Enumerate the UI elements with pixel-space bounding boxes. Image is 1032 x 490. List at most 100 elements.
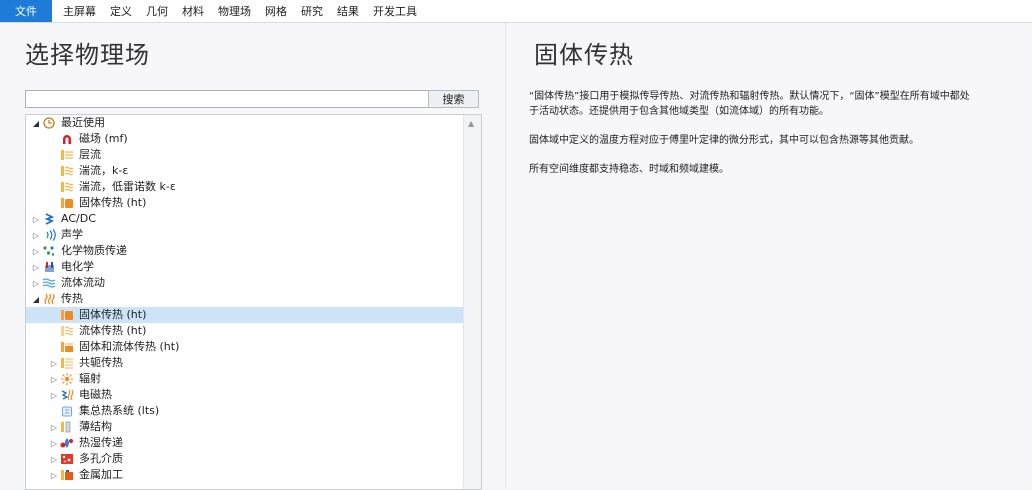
description-paragraph: “固体传热”接口用于模拟传导传热、对流传热和辐射传热。默认情况下，“固体”模型在… [529, 91, 970, 117]
search-button[interactable]: 搜索 [428, 90, 479, 108]
acdc-icon [42, 213, 56, 225]
heat-fluid-icon [60, 325, 74, 337]
tree-item-label: 湍流，k-ε [79, 164, 129, 177]
menu-item-5[interactable]: 物理场 [211, 0, 258, 22]
physics-title: 固体传热 [534, 41, 634, 69]
tree-item[interactable]: ◢ 最近使用 [26, 115, 464, 131]
tree-item[interactable]: ▷ 流体流动 [26, 275, 464, 291]
expanded-arrow-icon[interactable]: ◢ [30, 295, 42, 304]
collapsed-arrow-icon[interactable]: ▷ [30, 247, 42, 256]
description-paragraph: 固体域中定义的温度方程对应于傅里叶定律的微分形式，其中可以包含热源等其他贡献。 [529, 135, 919, 146]
menubar: 文件 主屏幕 定义 几何 材料 物理场 网格 研究 结果 开发工具 [0, 0, 1032, 23]
tree-item-label: 最近使用 [61, 116, 105, 129]
collapsed-arrow-icon[interactable]: ▷ [48, 455, 60, 464]
electrochemistry-icon [42, 261, 56, 273]
tree-item-label: 固体和流体传热 (ht) [79, 340, 180, 353]
tree-item[interactable]: ▷ 热湿传递 [26, 435, 464, 451]
tree-item[interactable]: 磁场 (mf) [26, 131, 464, 147]
tree-item[interactable]: ▷ 共轭传热 [26, 355, 464, 371]
page-title: 选择物理场 [25, 41, 150, 69]
menu-item-1[interactable]: 主屏幕 [56, 0, 103, 22]
tree-item[interactable]: 层流 [26, 147, 464, 163]
tree-item[interactable]: 流体传热 (ht) [26, 323, 464, 339]
menu-item-9[interactable]: 开发工具 [366, 0, 424, 22]
tree-item[interactable]: ▷ 薄结构 [26, 419, 464, 435]
turbulent-flow-icon [60, 181, 74, 193]
physics-tree[interactable]: ◢ 最近使用磁场 (mf) 层流湍流，k-ε 湍流，低雷诺数 k-ε 固体传热 (ht)… [25, 114, 482, 490]
tree-item-label: 电化学 [61, 260, 94, 273]
laminar-flow-icon [60, 149, 74, 161]
tree-item[interactable]: ▷ AC/DC [26, 211, 464, 227]
collapsed-arrow-icon[interactable]: ▷ [48, 423, 60, 432]
tree-item-label: 热湿传递 [79, 436, 123, 449]
tree-item[interactable]: ▷ 多孔介质 [26, 451, 464, 467]
tree-item-label: 磁场 (mf) [79, 132, 128, 145]
expanded-arrow-icon[interactable]: ◢ [30, 119, 42, 128]
physics-description: “固体传热”接口用于模拟传导传热、对流传热和辐射传热。默认情况下，“固体”模型在… [529, 89, 979, 191]
tree-item[interactable]: 固体传热 (ht) [26, 307, 464, 323]
menu-item-0[interactable]: 文件 [0, 0, 52, 22]
lumped-thermal-icon [60, 405, 74, 417]
tree-item-label: 层流 [79, 148, 101, 161]
tree-item[interactable]: ▷ 电化学 [26, 259, 464, 275]
menu-item-8[interactable]: 结果 [330, 0, 366, 22]
menu-item-2[interactable]: 定义 [103, 0, 139, 22]
porous-media-icon [60, 453, 74, 465]
collapsed-arrow-icon[interactable]: ▷ [48, 471, 60, 480]
collapsed-arrow-icon[interactable]: ▷ [30, 263, 42, 272]
tree-item[interactable]: ▷ 电磁热 [26, 387, 464, 403]
tree-item-label: 传热 [61, 292, 83, 305]
metal-processing-icon [60, 469, 74, 481]
menu-item-7[interactable]: 研究 [294, 0, 330, 22]
tree-item[interactable]: ▷ 声学 [26, 227, 464, 243]
right-panel: 固体传热 “固体传热”接口用于模拟传导传热、对流传热和辐射传热。默认情况下，“固… [506, 23, 1032, 488]
heat-solid-icon [60, 309, 74, 321]
collapsed-arrow-icon[interactable]: ▷ [48, 439, 60, 448]
tree-item-label: 集总热系统 (lts) [79, 404, 160, 417]
tree-item[interactable]: ◢ 传热 [26, 291, 464, 307]
tree-item[interactable]: ▷ 金属加工 [26, 467, 464, 483]
tree-item[interactable]: ▷ 辐射 [26, 371, 464, 387]
tree-item-label: 湍流，低雷诺数 k-ε [79, 180, 176, 193]
heat-transfer-icon [42, 293, 56, 305]
tree-item-label: 辐射 [79, 372, 101, 385]
collapsed-arrow-icon[interactable]: ▷ [48, 359, 60, 368]
chemical-transport-icon [42, 245, 56, 257]
search-input[interactable] [25, 90, 431, 108]
tree-item[interactable]: 固体和流体传热 (ht) [26, 339, 464, 355]
menu-item-4[interactable]: 材料 [175, 0, 211, 22]
tree-item-label: 流体流动 [61, 276, 105, 289]
tree-item[interactable]: 湍流，k-ε [26, 163, 464, 179]
collapsed-arrow-icon[interactable]: ▷ [48, 375, 60, 384]
tree-item-label: 流体传热 (ht) [79, 324, 147, 337]
tree-item-label: 金属加工 [79, 468, 123, 481]
collapsed-arrow-icon[interactable]: ▷ [30, 215, 42, 224]
vertical-scrollbar[interactable]: ▲ [463, 115, 481, 489]
tree-item-label: 薄结构 [79, 420, 112, 433]
description-paragraph: 所有空间维度都支持稳态、时域和频域建模。 [529, 164, 729, 175]
collapsed-arrow-icon[interactable]: ▷ [30, 231, 42, 240]
recent-clock-icon [42, 117, 56, 129]
collapsed-arrow-icon[interactable]: ▷ [48, 391, 60, 400]
menu-item-3[interactable]: 几何 [139, 0, 175, 22]
tree-item[interactable]: 湍流，低雷诺数 k-ε [26, 179, 464, 195]
radiation-icon [60, 373, 74, 385]
tree-item-label: 固体传热 (ht) [79, 196, 147, 209]
collapsed-arrow-icon[interactable]: ▷ [30, 279, 42, 288]
scroll-up-icon[interactable]: ▲ [468, 119, 474, 128]
heat-solid-fluid-icon [60, 341, 74, 353]
conjugate-heat-icon [60, 357, 74, 369]
tree-item[interactable]: 集总热系统 (lts) [26, 403, 464, 419]
tree-item-label: 多孔介质 [79, 452, 123, 465]
tree-item-label: 电磁热 [79, 388, 112, 401]
tree-list: ◢ 最近使用磁场 (mf) 层流湍流，k-ε 湍流，低雷诺数 k-ε 固体传热 (ht)… [26, 115, 464, 483]
tree-item[interactable]: 固体传热 (ht) [26, 195, 464, 211]
menu-item-6[interactable]: 网格 [258, 0, 294, 22]
heat-solid-icon [60, 197, 74, 209]
acoustics-icon [42, 229, 56, 241]
thin-structure-icon [60, 421, 74, 433]
fluid-flow-icon [42, 277, 56, 289]
tree-item[interactable]: ▷ 化学物质传递 [26, 243, 464, 259]
tree-item-label: 共轭传热 [79, 356, 123, 369]
electromagnetic-heat-icon [60, 389, 74, 401]
